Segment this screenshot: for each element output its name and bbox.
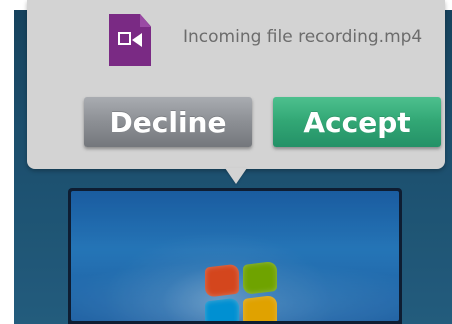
remote-desktop-preview [68, 188, 402, 324]
windows-logo-green-pane [243, 260, 277, 295]
incoming-file-dialog: Incoming file recording.mp4 Decline Acce… [27, 0, 445, 169]
video-file-icon [109, 14, 151, 66]
video-camera-lens [132, 33, 142, 47]
dialog-pointer [225, 168, 247, 184]
decline-button[interactable]: Decline [84, 97, 252, 147]
windows-logo-yellow-pane [243, 294, 277, 321]
windows-logo-red-pane [205, 263, 239, 298]
accept-button[interactable]: Accept [273, 97, 441, 147]
page-root: Incoming file recording.mp4 Decline Acce… [0, 0, 452, 324]
remote-desktop-screen [71, 191, 399, 321]
windows-logo-blue-pane [205, 297, 239, 321]
incoming-file-message: Incoming file recording.mp4 [183, 27, 423, 47]
video-camera-icon [118, 32, 143, 47]
video-camera-body [118, 32, 131, 45]
windows-logo-icon [205, 258, 281, 321]
